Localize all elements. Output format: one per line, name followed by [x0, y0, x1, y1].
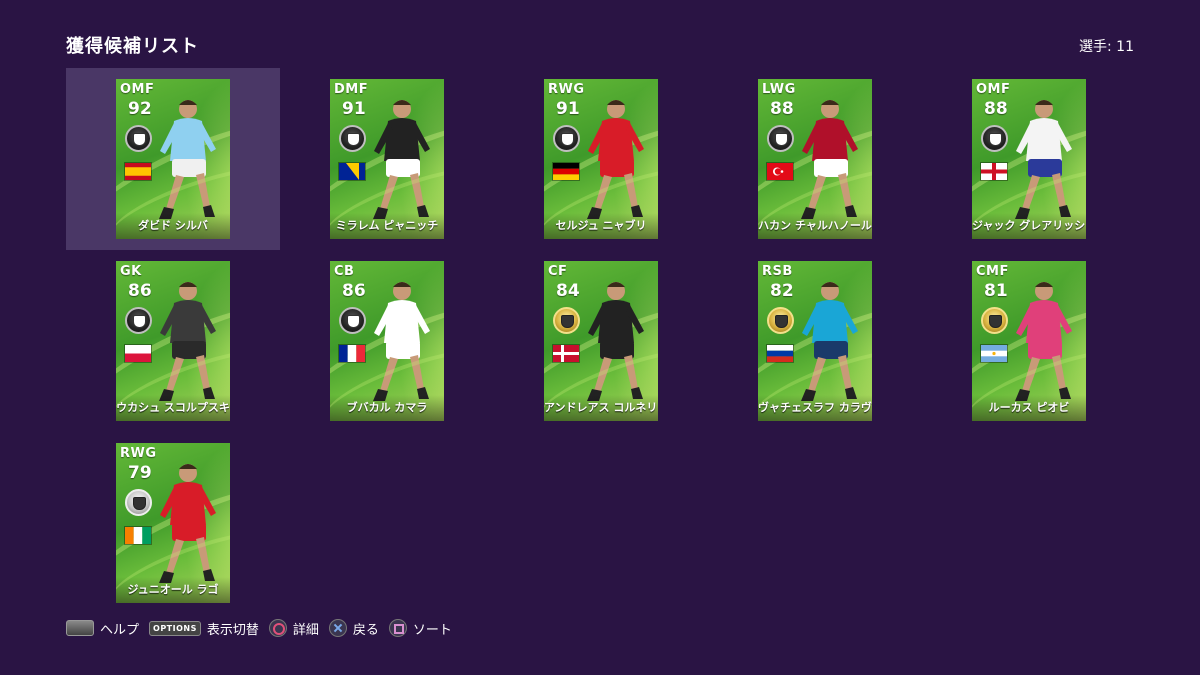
- player-rating: 91: [556, 99, 580, 119]
- player-position: GK: [120, 264, 142, 279]
- player-card-slot[interactable]: OMF 92 ダビド シルバ: [66, 68, 280, 250]
- player-name: ウカシュ スコルプスキ: [116, 395, 230, 421]
- nationality-flag-icon: [766, 344, 794, 363]
- back-button[interactable]: 戻る: [328, 619, 379, 638]
- player-card-slot[interactable]: CB 86 ブバカル カマラ: [280, 250, 494, 432]
- player-rating: 88: [984, 99, 1008, 119]
- player-position: RWG: [120, 446, 157, 461]
- card-type-badge-icon: [125, 307, 152, 334]
- player-card-slot[interactable]: DMF 91 ミラレム ピャニッチ: [280, 68, 494, 250]
- player-position: RWG: [548, 82, 585, 97]
- cross-button-icon: [328, 619, 347, 637]
- player-name: ルーカス ピオビ: [972, 395, 1086, 421]
- player-name: アンドレアス コルネリウス: [544, 395, 658, 421]
- player-name: ダビド シルバ: [116, 213, 230, 239]
- back-label: 戻る: [352, 622, 379, 638]
- square-button-icon: [388, 619, 407, 637]
- card-type-badge-icon: [553, 307, 580, 334]
- player-name: セルジュ ニャブリ: [544, 213, 658, 239]
- player-name: ブバカル カマラ: [330, 395, 444, 421]
- nationality-flag-icon: [766, 162, 794, 181]
- nationality-flag-icon: [338, 162, 366, 181]
- player-rating: 91: [342, 99, 366, 119]
- card-type-badge-icon: [767, 125, 794, 152]
- player-position: CB: [334, 264, 355, 279]
- toggle-view-label: 表示切替: [206, 622, 259, 638]
- player-position: DMF: [334, 82, 369, 97]
- player-position: OMF: [976, 82, 1011, 97]
- player-rating: 82: [770, 281, 794, 301]
- player-card[interactable]: LWG 88 ハカン チャルハノール: [758, 79, 872, 239]
- player-name: ジャック グレアリッシュ: [972, 213, 1086, 239]
- card-type-badge-icon: [981, 125, 1008, 152]
- player-card-slot[interactable]: CMF 81 ルーカス ピオビ: [922, 250, 1136, 432]
- player-card[interactable]: RWG 91 セルジュ ニャブリ: [544, 79, 658, 239]
- nationality-flag-icon: [124, 526, 152, 545]
- player-count: 選手: 11: [1079, 39, 1134, 55]
- card-type-badge-icon: [125, 489, 152, 516]
- player-card[interactable]: CF 84 アンドレアス コルネリウス: [544, 261, 658, 421]
- player-rating: 79: [128, 463, 152, 483]
- player-card[interactable]: DMF 91 ミラレム ピャニッチ: [330, 79, 444, 239]
- nationality-flag-icon: [338, 344, 366, 363]
- player-card-slot[interactable]: RWG 91 セルジュ ニャブリ: [494, 68, 708, 250]
- card-type-badge-icon: [125, 125, 152, 152]
- nationality-flag-icon: [124, 162, 152, 181]
- card-type-badge-icon: [767, 307, 794, 334]
- player-name: ジュニオール ラゴ: [116, 577, 230, 603]
- details-button[interactable]: 詳細: [268, 619, 319, 638]
- page-title: 獲得候補リスト: [66, 36, 199, 57]
- details-label: 詳細: [292, 622, 319, 638]
- player-position: CF: [548, 264, 568, 279]
- options-key-icon: OPTIONS: [149, 620, 201, 636]
- player-card-slot[interactable]: CF 84 アンドレアス コルネリウス: [494, 250, 708, 432]
- player-card[interactable]: OMF 92 ダビド シルバ: [116, 79, 230, 239]
- player-card-slot[interactable]: RWG 79 ジュニオール ラゴ: [66, 432, 280, 614]
- player-rating: 92: [128, 99, 152, 119]
- card-type-badge-icon: [339, 307, 366, 334]
- sort-button[interactable]: ソート: [388, 619, 452, 638]
- help-button[interactable]: ヘルプ: [66, 619, 139, 638]
- player-card-slot[interactable]: GK 86 ウカシュ スコルプスキ: [66, 250, 280, 432]
- player-card[interactable]: RSB 82 ヴャチェスラフ カラヴァエフ: [758, 261, 872, 421]
- player-rating: 81: [984, 281, 1008, 301]
- card-type-badge-icon: [553, 125, 580, 152]
- player-card-slot[interactable]: LWG 88 ハカン チャルハノール: [708, 68, 922, 250]
- circle-button-icon: [268, 619, 287, 637]
- player-card-slot[interactable]: OMF 88 ジャック グレアリッシュ: [922, 68, 1136, 250]
- player-rating: 86: [128, 281, 152, 301]
- touchpad-icon: [66, 620, 94, 636]
- player-card[interactable]: OMF 88 ジャック グレアリッシュ: [972, 79, 1086, 239]
- player-rating: 88: [770, 99, 794, 119]
- player-grid: OMF 92 ダビド シルバ DMF 91 ミラレム ピャニッチ RWG 91 セルジュ ニャブ…: [66, 68, 1136, 608]
- help-label: ヘルプ: [100, 622, 140, 638]
- player-name: ハカン チャルハノール: [758, 213, 872, 239]
- nationality-flag-icon: [980, 344, 1008, 363]
- toggle-view-button[interactable]: OPTIONS 表示切替: [149, 619, 259, 638]
- player-rating: 86: [342, 281, 366, 301]
- nationality-flag-icon: [980, 162, 1008, 181]
- card-type-badge-icon: [981, 307, 1008, 334]
- player-rating: 84: [556, 281, 580, 301]
- player-card[interactable]: CB 86 ブバカル カマラ: [330, 261, 444, 421]
- sort-label: ソート: [412, 622, 452, 638]
- player-card[interactable]: CMF 81 ルーカス ピオビ: [972, 261, 1086, 421]
- player-name: ヴャチェスラフ カラヴァエフ: [758, 395, 872, 421]
- nationality-flag-icon: [552, 344, 580, 363]
- player-position: RSB: [762, 264, 793, 279]
- button-guide: ヘルプ OPTIONS 表示切替 詳細 戻る ソート: [66, 618, 462, 638]
- player-card[interactable]: RWG 79 ジュニオール ラゴ: [116, 443, 230, 603]
- player-card[interactable]: GK 86 ウカシュ スコルプスキ: [116, 261, 230, 421]
- player-position: OMF: [120, 82, 155, 97]
- player-card-slot[interactable]: RSB 82 ヴャチェスラフ カラヴァエフ: [708, 250, 922, 432]
- nationality-flag-icon: [124, 344, 152, 363]
- nationality-flag-icon: [552, 162, 580, 181]
- player-position: CMF: [976, 264, 1009, 279]
- player-name: ミラレム ピャニッチ: [330, 213, 444, 239]
- card-type-badge-icon: [339, 125, 366, 152]
- player-position: LWG: [762, 82, 796, 97]
